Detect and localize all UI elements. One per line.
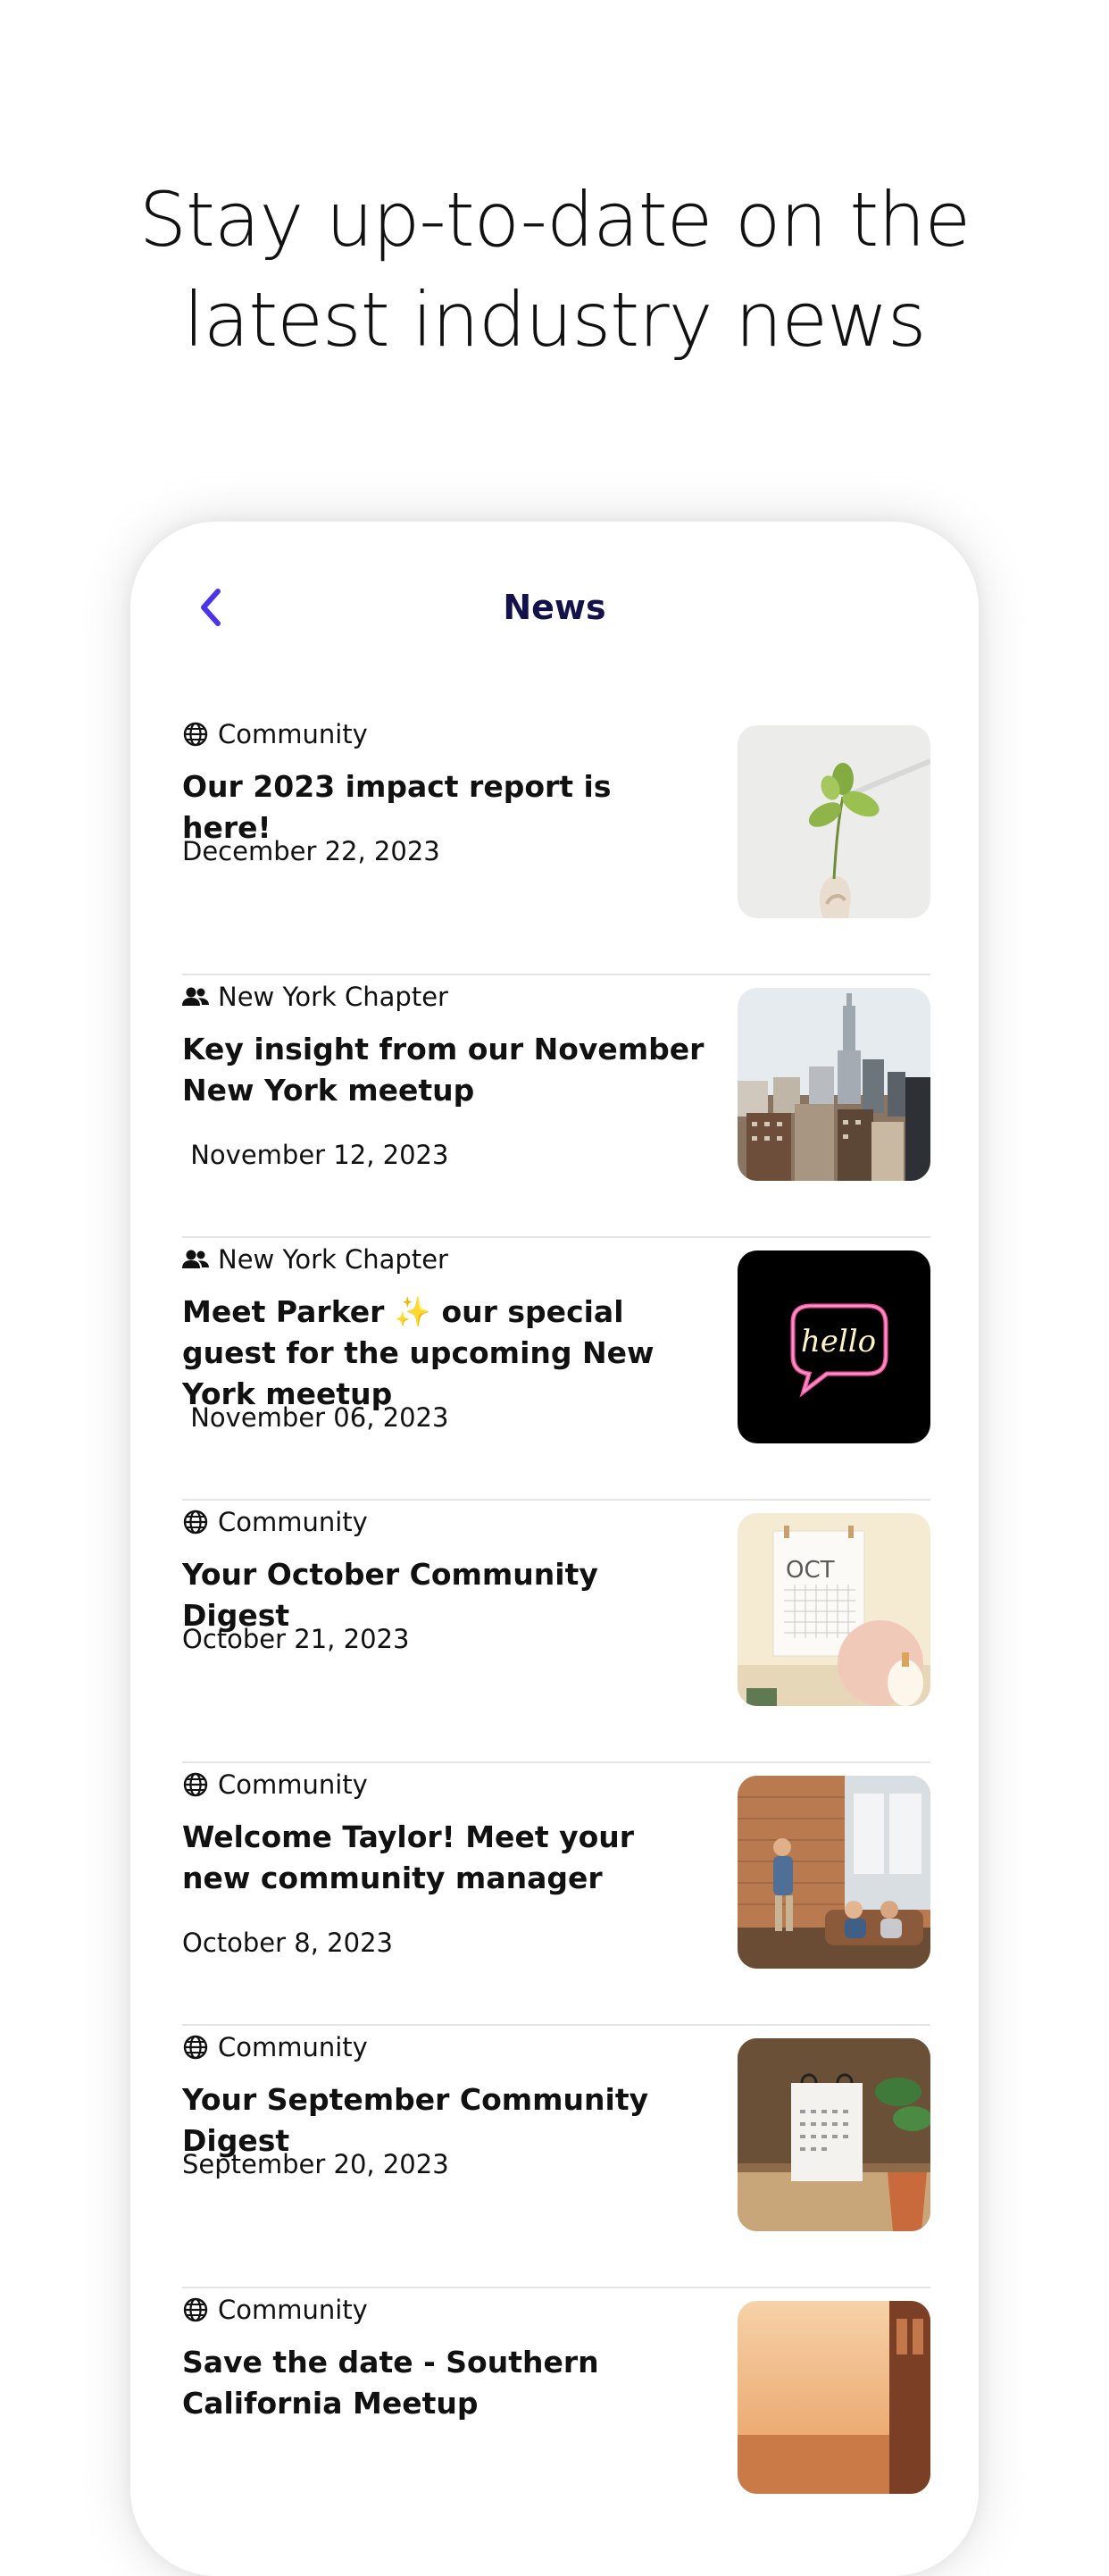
news-item[interactable]: Community Welcome Taylor! Meet your new … xyxy=(182,1763,930,2026)
news-item-category: New York Chapter xyxy=(182,979,448,1015)
page-title: News xyxy=(503,588,606,627)
news-item[interactable]: Community Our 2023 impact report is here… xyxy=(182,713,930,975)
phone-frame: News Community Our 2023 impact report is… xyxy=(130,522,979,2576)
category-label: Community xyxy=(218,719,368,749)
news-item-category: Community xyxy=(182,2292,368,2328)
news-item-date: October 21, 2023 xyxy=(182,1624,410,1654)
news-item-title: Key insight from our November New York m… xyxy=(182,1032,705,1108)
news-item-category: Community xyxy=(182,716,368,752)
news-item[interactable]: New York Chapter Key insight from our No… xyxy=(182,975,930,1238)
people-icon xyxy=(182,983,209,1010)
headline-line-2: latest industry news xyxy=(183,276,927,364)
category-label: New York Chapter xyxy=(218,982,448,1012)
neon-sign-text: hello xyxy=(801,1324,876,1359)
news-item[interactable]: New York Chapter Meet Parker ✨ our speci… xyxy=(182,1238,930,1501)
headline-line-1: Stay up-to-date on the xyxy=(138,176,971,263)
globe-icon xyxy=(182,1509,209,1535)
news-item[interactable]: Community Your September Community Diges… xyxy=(182,2026,930,2288)
sunset-city-image xyxy=(738,2301,930,2494)
october-calendar-image: OCT xyxy=(738,1513,930,1706)
category-label: New York Chapter xyxy=(218,1244,448,1275)
news-item-date: October 8, 2023 xyxy=(182,1928,393,1958)
news-item-category: New York Chapter xyxy=(182,1242,448,1277)
news-item-date: November 12, 2023 xyxy=(182,1140,449,1170)
plant-sprout-image xyxy=(738,725,930,918)
meetup-presentation-image xyxy=(738,1776,930,1969)
news-item-date: December 22, 2023 xyxy=(182,836,440,866)
news-item-category: Community xyxy=(182,2029,368,2065)
news-item-title: Welcome Taylor! Meet your new community … xyxy=(182,1819,635,1895)
news-item-date: November 06, 2023 xyxy=(182,1402,449,1433)
category-label: Community xyxy=(218,1507,368,1537)
category-label: Community xyxy=(218,1769,368,1800)
page-headline: Stay up-to-date on the latest industry n… xyxy=(0,170,1109,370)
globe-icon xyxy=(182,721,209,748)
news-item-date: September 20, 2023 xyxy=(182,2149,449,2179)
news-item-category: Community xyxy=(182,1504,368,1540)
news-item-title: Meet Parker ✨ our special guest for the … xyxy=(182,1294,655,1411)
globe-icon xyxy=(182,2034,209,2061)
people-icon xyxy=(182,1246,209,1273)
news-feed: Community Our 2023 impact report is here… xyxy=(182,713,930,2549)
calendar-month-text: OCT xyxy=(786,1557,835,1584)
news-item-category: Community xyxy=(182,1767,368,1802)
category-label: Community xyxy=(218,2295,368,2325)
news-item-title: Save the date - Southern California Meet… xyxy=(182,2345,599,2421)
city-skyline-image xyxy=(738,988,930,1181)
globe-icon xyxy=(182,1771,209,1798)
category-label: Community xyxy=(218,2032,368,2062)
news-item[interactable]: Community Your October Community Digest … xyxy=(182,1501,930,1763)
news-item[interactable]: Community Save the date - Southern Calif… xyxy=(182,2288,930,2549)
neon-hello-sign-image: hello xyxy=(738,1250,930,1443)
nav-bar: News xyxy=(130,522,979,700)
globe-icon xyxy=(182,2296,209,2323)
desk-calendar-image xyxy=(738,2038,930,2231)
